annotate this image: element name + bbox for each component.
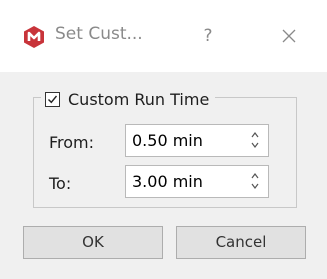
app-logo-icon [24, 26, 44, 48]
close-icon[interactable] [275, 22, 303, 50]
cancel-button[interactable]: Cancel [176, 226, 306, 259]
set-custom-run-time-dialog: Set Cust... ? Custom Run Time From: 0.50… [0, 0, 327, 279]
help-button[interactable]: ? [195, 22, 221, 50]
custom-run-time-toggle[interactable]: Custom Run Time [41, 88, 216, 110]
from-spinbox[interactable]: 0.50 min [125, 124, 269, 157]
window-title: Set Cust... [55, 24, 143, 44]
to-label: To: [49, 174, 72, 193]
from-label: From: [49, 133, 95, 152]
to-spinbox[interactable]: 3.00 min [125, 165, 269, 198]
ok-button[interactable]: OK [23, 226, 163, 259]
to-value[interactable]: 3.00 min [132, 172, 203, 191]
from-value[interactable]: 0.50 min [132, 131, 203, 150]
custom-run-time-label: Custom Run Time [68, 89, 210, 109]
title-bar: Set Cust... ? [0, 0, 327, 72]
spin-arrows-icon[interactable] [250, 171, 260, 191]
custom-run-time-checkbox[interactable] [45, 91, 60, 107]
spin-arrows-icon[interactable] [250, 130, 260, 150]
checkmark-icon [48, 95, 58, 103]
